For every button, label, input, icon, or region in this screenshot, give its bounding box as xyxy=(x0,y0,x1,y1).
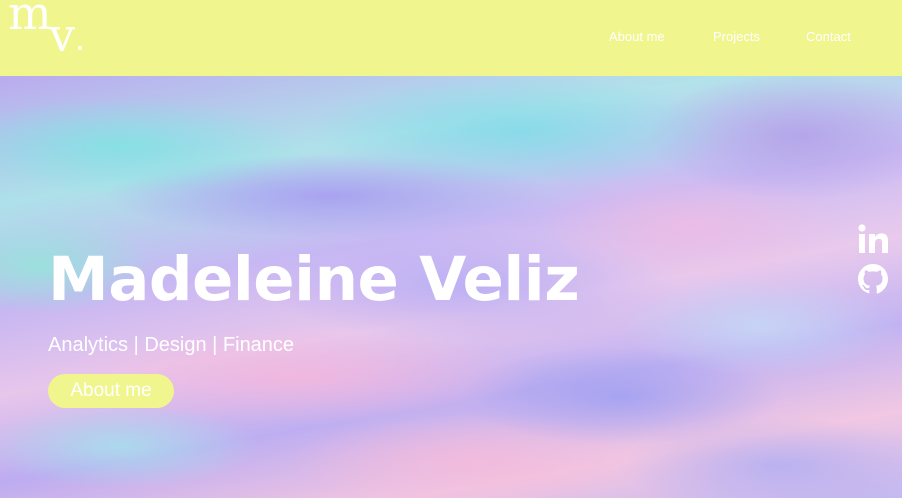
logo-letter-m: m xyxy=(8,0,52,40)
github-icon[interactable] xyxy=(856,262,890,296)
hero-title: Madeleine Veliz xyxy=(48,244,580,315)
logo-dot xyxy=(78,46,82,50)
hero-section: Madeleine Veliz Analytics | Design | Fin… xyxy=(0,76,902,498)
nav-about-me[interactable]: About me xyxy=(609,29,665,44)
nav-contact[interactable]: Contact xyxy=(806,29,851,44)
linkedin-icon[interactable] xyxy=(856,222,890,256)
hero-subtitle: Analytics | Design | Finance xyxy=(48,334,295,356)
logo[interactable]: m v xyxy=(6,0,96,70)
nav-projects[interactable]: Projects xyxy=(713,29,760,44)
social-links xyxy=(856,222,890,302)
site-header: m v About me Projects Contact xyxy=(0,0,902,76)
logo-letter-v: v xyxy=(49,8,75,62)
about-me-button[interactable]: About me xyxy=(48,374,174,408)
